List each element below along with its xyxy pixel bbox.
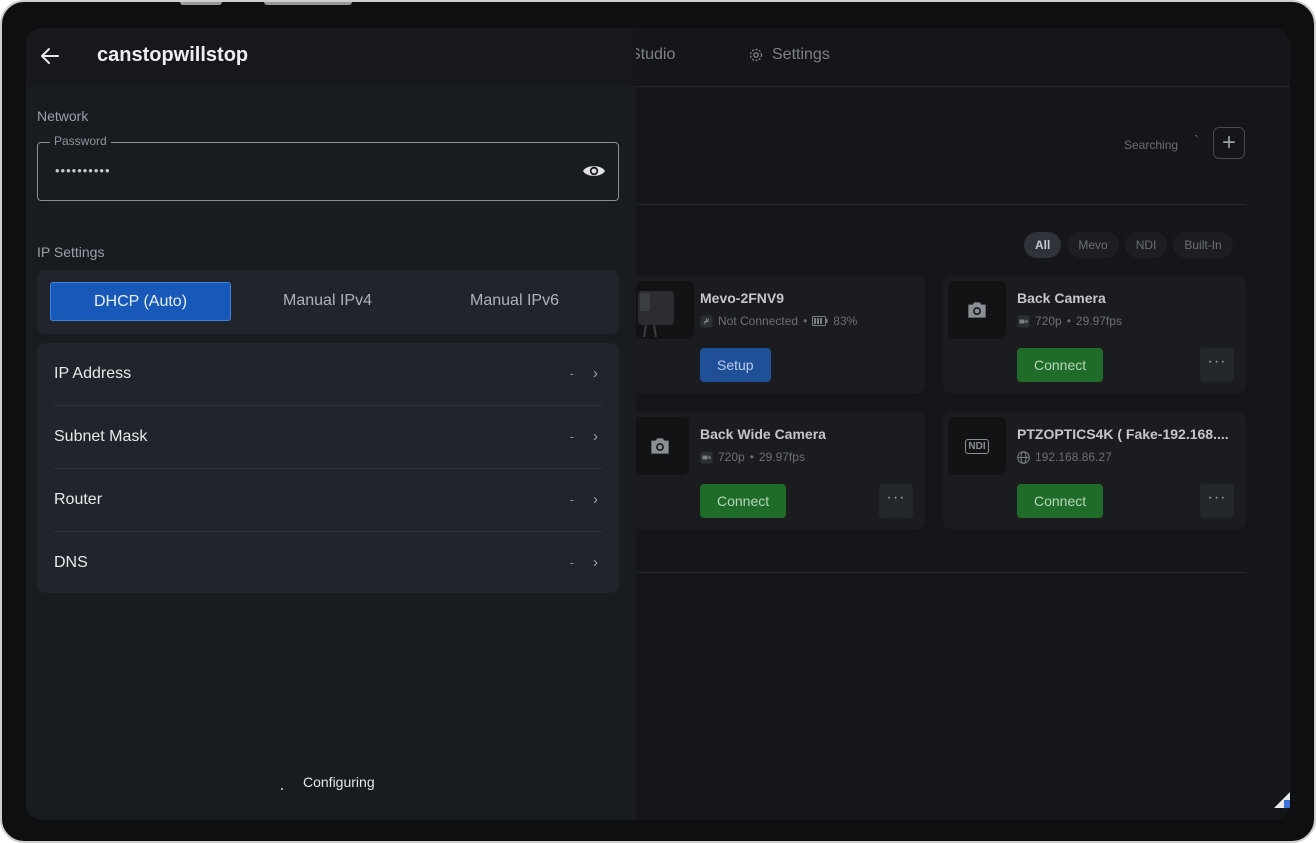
camera-meta: Not Connected • 83% xyxy=(700,314,857,328)
divider xyxy=(636,572,1246,573)
divider xyxy=(636,86,1290,87)
filter-all[interactable]: All xyxy=(1024,232,1062,258)
row-label: Subnet Mask xyxy=(54,428,148,445)
camera-thumbnail xyxy=(636,281,694,339)
gear-icon xyxy=(749,48,763,62)
camera-meta: 720p • 29.97fps xyxy=(1017,314,1122,328)
camera-name: Mevo-2FNV9 xyxy=(700,290,785,306)
camera-name: Back Camera xyxy=(1017,290,1106,306)
ip-details-list: IP Address - › Subnet Mask - › Router - … xyxy=(37,343,619,593)
meta-separator: • xyxy=(803,314,808,328)
page-title: canstopwillstop xyxy=(97,44,249,66)
filter-mevo[interactable]: Mevo xyxy=(1067,232,1119,258)
camera-thumbnail xyxy=(948,281,1006,339)
hardware-button xyxy=(180,2,222,5)
camera-icon xyxy=(651,438,669,454)
video-icon xyxy=(700,451,713,463)
battery-icon xyxy=(812,316,828,326)
camera-name: Back Wide Camera xyxy=(700,426,826,442)
tablet-frame: Studio Settings Searching ` + All Mevo N… xyxy=(0,0,1316,843)
chevron-right-icon: › xyxy=(593,554,598,571)
camera-icon xyxy=(968,302,986,318)
ip-address-row[interactable]: IP Address - › xyxy=(54,343,602,406)
add-camera-button[interactable]: + xyxy=(1213,127,1245,159)
camera-meta: 192.168.86.27 xyxy=(1017,450,1112,464)
camera-thumbnail xyxy=(631,417,689,475)
router-row[interactable]: Router - › xyxy=(54,469,602,532)
globe-icon xyxy=(1017,450,1030,464)
camera-card: Back Wide Camera 720p • 29.97fps Connect… xyxy=(626,412,925,529)
password-label: Password xyxy=(50,134,111,148)
subnet-mask-row[interactable]: Subnet Mask - › xyxy=(54,406,602,469)
password-value: •••••••••• xyxy=(55,163,111,178)
search-spinner: ` xyxy=(1194,132,1199,148)
nav-settings-label: Settings xyxy=(772,46,830,63)
row-value: - xyxy=(569,555,574,570)
eye-icon[interactable] xyxy=(582,162,606,180)
hardware-button xyxy=(264,2,352,5)
ip-settings-label: IP Settings xyxy=(37,244,105,260)
row-value: - xyxy=(569,492,574,507)
camera-thumbnail: NDI xyxy=(948,417,1006,475)
network-settings-panel: canstopwillstop Network Password •••••••… xyxy=(26,28,636,820)
mode-dhcp-auto[interactable]: DHCP (Auto) xyxy=(50,282,231,321)
divider xyxy=(636,204,1246,205)
connect-button[interactable]: Connect xyxy=(1017,484,1104,518)
loading-spinner-icon xyxy=(281,788,283,790)
row-label: Router xyxy=(54,491,103,508)
network-section-label: Network xyxy=(37,108,89,124)
panel-header: canstopwillstop xyxy=(26,28,636,86)
nav-settings[interactable]: Settings xyxy=(748,46,830,64)
filter-ndi[interactable]: NDI xyxy=(1124,232,1168,258)
camera-card: NDI PTZOPTICS4K ( Fake-192.168.... 192.1… xyxy=(943,412,1246,529)
search-status: Searching xyxy=(1124,138,1179,152)
mode-manual-ipv4[interactable]: Manual IPv4 xyxy=(237,282,418,321)
password-field[interactable]: Password •••••••••• xyxy=(37,134,619,201)
camera-card: Mevo-2FNV9 Not Connected • 83% Setup xyxy=(626,276,925,393)
more-options-button[interactable]: ··· xyxy=(1200,484,1234,518)
row-value: - xyxy=(569,429,574,444)
connect-button[interactable]: Connect xyxy=(1017,348,1104,382)
resize-corner-icon xyxy=(1274,792,1290,808)
camera-fps: 29.97fps xyxy=(758,450,805,464)
camera-meta: 720p • 29.97fps xyxy=(700,450,805,464)
camera-fps: 29.97fps xyxy=(1075,314,1122,328)
camera-name: PTZOPTICS4K ( Fake-192.168.... xyxy=(1017,426,1229,442)
back-arrow-icon[interactable] xyxy=(38,44,62,68)
configuring-status: Configuring xyxy=(303,774,375,790)
row-label: DNS xyxy=(54,554,88,571)
more-options-button[interactable]: ··· xyxy=(1200,348,1234,382)
signal-off-icon xyxy=(700,315,713,327)
camera-status: Not Connected xyxy=(718,314,799,328)
camera-resolution: 720p xyxy=(718,450,745,464)
nav-studio-label: Studio xyxy=(630,46,676,63)
meta-separator: • xyxy=(749,450,754,464)
camera-resolution: 720p xyxy=(1035,314,1062,328)
battery-level: 83% xyxy=(833,314,858,328)
camera-ip: 192.168.86.27 xyxy=(1035,450,1112,464)
ndi-badge-icon: NDI xyxy=(965,438,989,454)
dns-row[interactable]: DNS - › xyxy=(54,532,602,595)
camera-card: Back Camera 720p • 29.97fps Connect ··· xyxy=(943,276,1246,393)
row-value: - xyxy=(569,366,574,381)
screen: Studio Settings Searching ` + All Mevo N… xyxy=(26,28,1290,820)
video-icon xyxy=(1017,315,1030,327)
chevron-right-icon: › xyxy=(593,365,598,382)
more-options-button[interactable]: ··· xyxy=(879,484,913,518)
chevron-right-icon: › xyxy=(593,428,598,445)
nav-studio[interactable]: Studio xyxy=(630,46,675,64)
filter-chips: All Mevo NDI Built-In xyxy=(1024,232,1233,258)
mode-manual-ipv6[interactable]: Manual IPv6 xyxy=(424,282,605,321)
setup-button[interactable]: Setup xyxy=(700,348,771,382)
meta-separator: • xyxy=(1066,314,1071,328)
connect-button[interactable]: Connect xyxy=(700,484,787,518)
chevron-right-icon: › xyxy=(593,491,598,508)
filter-built-in[interactable]: Built-In xyxy=(1173,232,1233,258)
mevo-camera-icon xyxy=(638,291,674,338)
ip-mode-selector: DHCP (Auto) Manual IPv4 Manual IPv6 xyxy=(37,270,619,334)
row-label: IP Address xyxy=(54,365,132,382)
